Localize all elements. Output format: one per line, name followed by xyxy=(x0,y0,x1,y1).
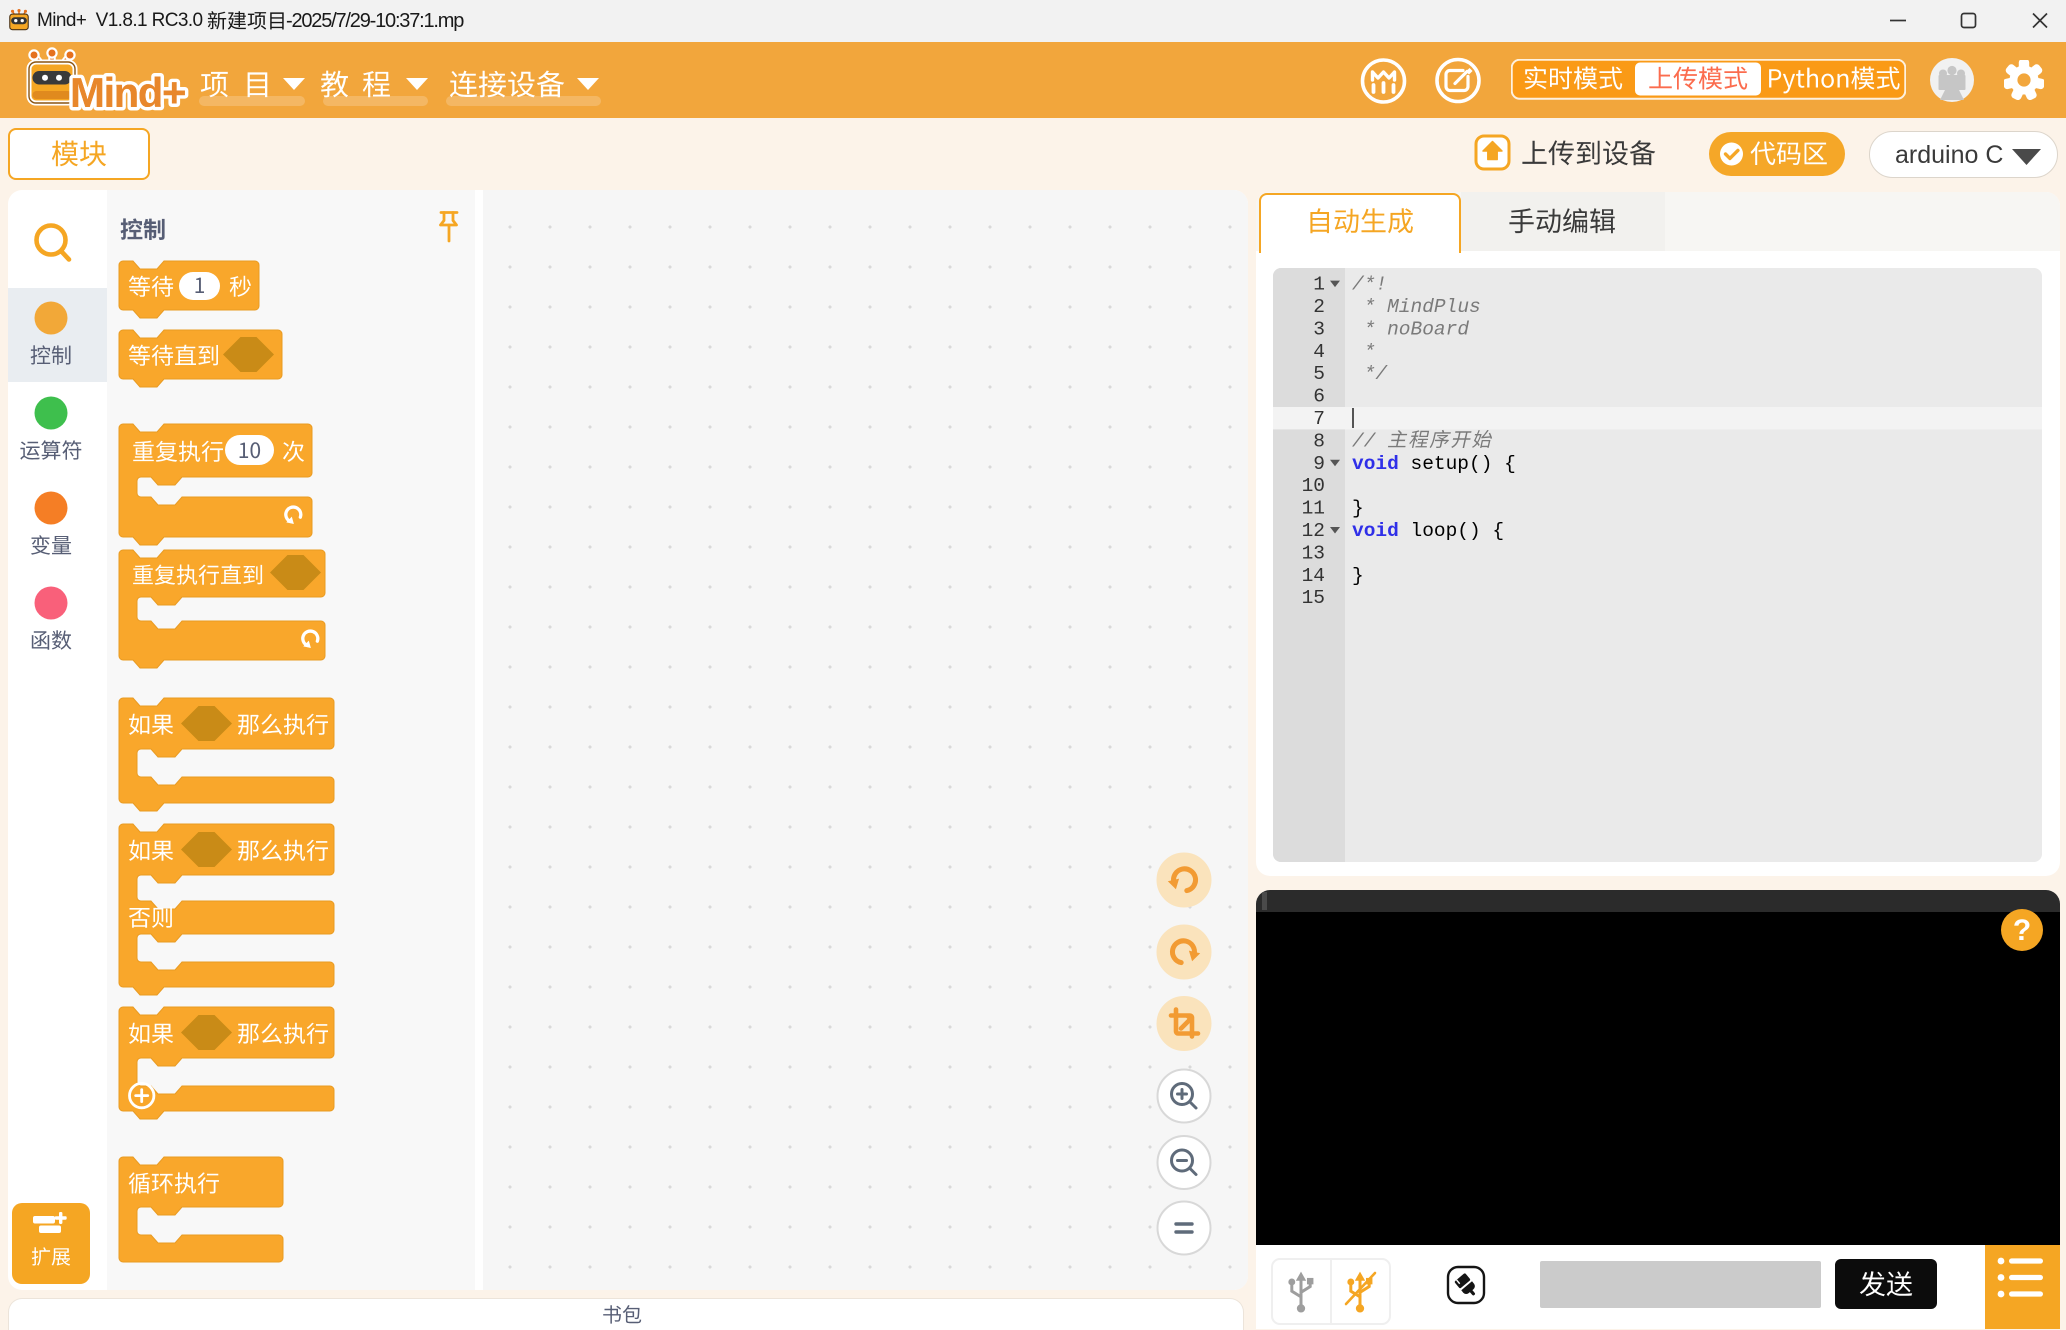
svg-text:* MindPlus: * MindPlus xyxy=(1352,296,1481,318)
svg-text:2: 2 xyxy=(1313,296,1325,318)
svg-text:* noBoard: * noBoard xyxy=(1352,318,1469,340)
svg-text:5: 5 xyxy=(1313,363,1325,385)
svg-text:*: * xyxy=(1352,341,1375,363)
svg-text:6: 6 xyxy=(1313,386,1325,408)
svg-text:12: 12 xyxy=(1302,520,1325,542)
svg-text:loop() {: loop() { xyxy=(1399,520,1504,542)
svg-text:void: void xyxy=(1352,453,1399,475)
svg-text:7: 7 xyxy=(1313,408,1325,430)
svg-text:}: } xyxy=(1352,565,1364,587)
svg-text:15: 15 xyxy=(1302,587,1325,609)
svg-text://: // xyxy=(1352,430,1387,452)
svg-text:4: 4 xyxy=(1313,341,1325,363)
svg-text:void: void xyxy=(1352,520,1399,542)
svg-text:11: 11 xyxy=(1302,498,1325,520)
svg-text:setup() {: setup() { xyxy=(1399,453,1516,475)
svg-text:*/: */ xyxy=(1352,363,1388,385)
svg-text:1: 1 xyxy=(1313,274,1325,296)
svg-text:10: 10 xyxy=(1302,475,1325,497)
svg-text:3: 3 xyxy=(1313,318,1325,340)
svg-text:?: ? xyxy=(2013,914,2031,947)
svg-text:14: 14 xyxy=(1302,565,1325,587)
svg-text:13: 13 xyxy=(1302,542,1325,564)
svg-text:/*!: /*! xyxy=(1352,274,1387,296)
svg-text:}: } xyxy=(1352,498,1364,520)
svg-text:9: 9 xyxy=(1313,453,1325,475)
svg-text:8: 8 xyxy=(1313,430,1325,452)
